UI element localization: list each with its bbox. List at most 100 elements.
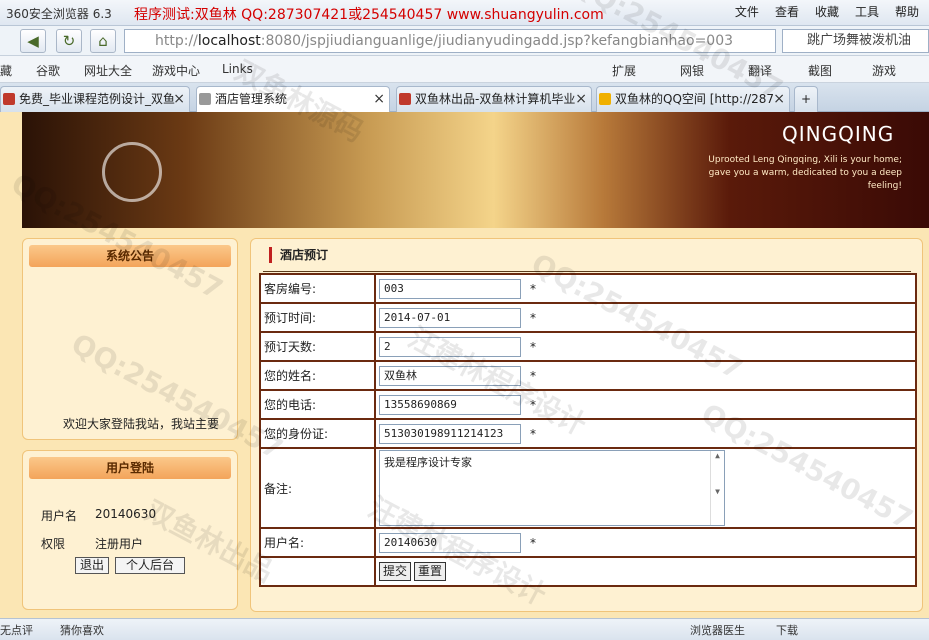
title-divider	[263, 271, 911, 272]
name-label: 您的姓名:	[259, 360, 376, 391]
tab-shuangyulin[interactable]: 双鱼林出品-双鱼林计算机毕业 ×	[396, 86, 592, 112]
form-row-user: 用户名: 20140630 *	[259, 527, 917, 558]
form-row-note: 备注: 我是程序设计专家 ▲ ▼	[259, 447, 917, 529]
home-icon[interactable]: ⌂	[90, 29, 116, 53]
sidebar: 系统公告 欢迎大家登陆我站，我站主要 用户登陆 用户名 20140630 权限 …	[22, 238, 238, 610]
address-toolbar: ◀ ↻ ⌂ http://localhost:8080/jspjiudiangu…	[0, 26, 929, 56]
new-tab-button[interactable]: +	[794, 86, 818, 112]
banner-tagline: Uprooted Leng Qingqing, Xili is your hom…	[708, 155, 902, 191]
toolbar-games[interactable]: 游戏	[872, 62, 896, 79]
id-card-input[interactable]: 513030198911214123	[379, 423, 521, 444]
menu-file[interactable]: 文件	[735, 3, 759, 20]
tab-qq-space[interactable]: 双鱼林的QQ空间 [http://287 ×	[596, 86, 790, 112]
note-label: 备注:	[259, 447, 376, 529]
tab-favicon	[3, 93, 15, 105]
required-mark: *	[530, 310, 536, 325]
menu-help[interactable]: 帮助	[895, 3, 919, 20]
refresh-icon[interactable]: ↻	[56, 29, 82, 53]
tab-strip: 免费_毕业课程范例设计_双鱼 × 酒店管理系统 × 双鱼林出品-双鱼林计算机毕业 × …	[0, 83, 929, 112]
bookmark-game-center[interactable]: 游戏中心	[152, 62, 200, 79]
id-card-cell: 513030198911214123 *	[374, 418, 917, 449]
notice-text: 欢迎大家登陆我站，我站主要	[63, 417, 220, 431]
phone-cell: 13558690869 *	[374, 389, 917, 420]
tab-label: 双鱼林的QQ空间 [http://287	[615, 92, 775, 106]
close-icon[interactable]: ×	[575, 87, 587, 111]
scrollbar[interactable]: ▲ ▼	[710, 451, 724, 525]
name-cell: 双鱼林 *	[374, 360, 917, 391]
browser-menu: 文件 查看 收藏 工具 帮助	[735, 3, 919, 20]
bookmark-hao123[interactable]: 网址大全	[84, 62, 132, 79]
required-mark: *	[530, 339, 536, 354]
login-panel: 用户登陆 用户名 20140630 权限 注册用户 退出 个人后台	[22, 450, 238, 610]
tab-label: 酒店管理系统	[215, 92, 288, 106]
url-path: :8080/jspjiudianguanlige/jiudianyudingad…	[260, 33, 734, 49]
date-cell: 2014-07-01 *	[374, 302, 917, 333]
role-value: 注册用户	[95, 537, 144, 551]
form-row-phone: 您的电话: 13558690869 *	[259, 389, 917, 420]
tab-label: 免费_毕业课程范例设计_双鱼	[19, 92, 176, 106]
date-label: 预订时间:	[259, 302, 376, 333]
bookmark-favorites[interactable]: 藏	[0, 62, 12, 79]
back-icon[interactable]: ◀	[20, 29, 46, 53]
actions-spacer	[259, 556, 376, 587]
status-download[interactable]: 下载	[776, 622, 798, 638]
hotel-banner: QINGQING Uprooted Leng Qingqing, Xili is…	[22, 112, 929, 228]
tab-favicon	[399, 93, 411, 105]
room-number-input[interactable]: 003	[379, 278, 521, 299]
status-recommend[interactable]: 猜你喜欢	[60, 622, 104, 638]
toolbar-translate[interactable]: 翻译	[748, 62, 772, 79]
note-cell: 我是程序设计专家 ▲ ▼	[374, 447, 917, 529]
tab-graduation[interactable]: 免费_毕业课程范例设计_双鱼 ×	[0, 86, 190, 112]
form-row-name: 您的姓名: 双鱼林 *	[259, 360, 917, 391]
user-id-input[interactable]: 20140630	[379, 532, 521, 553]
user-label: 用户名:	[259, 527, 376, 558]
toolbar-screenshot[interactable]: 截图	[808, 62, 832, 79]
guest-name-input[interactable]: 双鱼林	[379, 365, 521, 386]
url-host: localhost	[197, 33, 261, 49]
close-icon[interactable]: ×	[373, 87, 385, 111]
banner-title: QINGQING	[782, 122, 895, 146]
toolbar-extensions[interactable]: 扩展	[612, 62, 636, 79]
room-cell: 003 *	[374, 273, 917, 304]
login-header: 用户登陆	[29, 457, 231, 479]
days-label: 预订天数:	[259, 331, 376, 362]
user-cell: 20140630 *	[374, 527, 917, 558]
submit-button[interactable]: 提交	[379, 562, 412, 581]
bookmarks-bar: 藏 谷歌 网址大全 游戏中心 Links 扩展 网银 翻译 截图 游戏	[0, 56, 929, 83]
note-textarea[interactable]: 我是程序设计专家 ▲ ▼	[379, 450, 725, 526]
menu-favorites[interactable]: 收藏	[815, 3, 839, 20]
search-input[interactable]: 跳广场舞被泼机油	[782, 29, 929, 53]
menu-tools[interactable]: 工具	[855, 3, 879, 20]
status-doctor[interactable]: 浏览器医生	[690, 622, 745, 638]
tab-favicon	[199, 93, 211, 105]
profile-button[interactable]: 个人后台	[115, 557, 185, 574]
phone-label: 您的电话:	[259, 389, 376, 420]
phone-input[interactable]: 13558690869	[379, 394, 521, 415]
logout-button[interactable]: 退出	[75, 557, 109, 574]
tab-hotel-system[interactable]: 酒店管理系统 ×	[196, 86, 390, 112]
reset-button[interactable]: 重置	[414, 562, 447, 581]
toolbar-bank[interactable]: 网银	[680, 62, 704, 79]
bookmark-google[interactable]: 谷歌	[36, 62, 60, 79]
booking-date-input[interactable]: 2014-07-01	[379, 307, 521, 328]
menu-view[interactable]: 查看	[775, 3, 799, 20]
required-mark: *	[530, 368, 536, 383]
form-row-days: 预订天数: 2 *	[259, 331, 917, 362]
bookmark-links[interactable]: Links	[222, 62, 253, 76]
url-input[interactable]: http://localhost:8080/jspjiudianguanlige…	[124, 29, 776, 53]
booking-days-input[interactable]: 2	[379, 336, 521, 357]
required-mark: *	[530, 281, 536, 296]
room-label: 客房编号:	[259, 273, 376, 304]
booking-form: 客房编号: 003 * 预订时间: 2014-07-01 * 预订天数: 2 * 您的…	[259, 273, 917, 587]
tab-label: 双鱼林出品-双鱼林计算机毕业	[415, 92, 576, 106]
close-icon[interactable]: ×	[173, 87, 185, 111]
banner-decoration	[102, 142, 162, 202]
page-title: 酒店预订	[269, 247, 328, 263]
browser-titlebar: 360安全浏览器 6.3 程序测试:双鱼林 QQ:287307421或25454…	[0, 0, 929, 26]
close-icon[interactable]: ×	[773, 87, 785, 111]
form-row-date: 预订时间: 2014-07-01 *	[259, 302, 917, 333]
url-prefix: http://	[155, 33, 198, 49]
required-mark: *	[530, 397, 536, 412]
status-comments[interactable]: 无点评	[0, 622, 33, 638]
form-row-room: 客房编号: 003 *	[259, 273, 917, 304]
